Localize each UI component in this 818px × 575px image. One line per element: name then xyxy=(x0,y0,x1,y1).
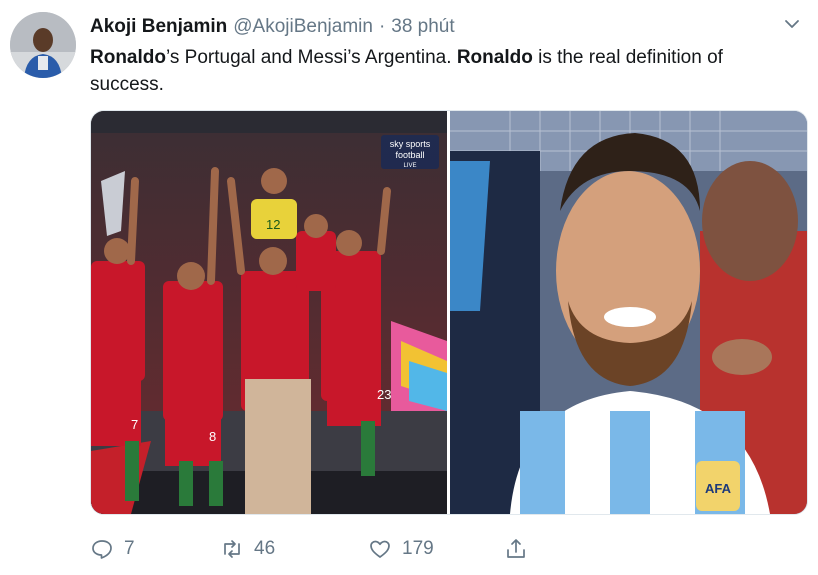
sky-sports-logo-text: sky sports xyxy=(390,139,431,149)
share-icon xyxy=(507,539,525,558)
shirt-number-7: 7 xyxy=(131,417,138,432)
sky-sports-football-text: football xyxy=(395,150,424,160)
author-name[interactable]: Akoji Benjamin xyxy=(90,16,227,38)
like-count: 179 xyxy=(402,538,434,559)
messi-argentina-photo[interactable]: AFA xyxy=(450,111,807,514)
tweet-text: Ronaldo’s Portugal and Messi’s Argentina… xyxy=(90,44,800,98)
reply-count: 7 xyxy=(124,538,135,559)
author-handle[interactable]: @AkojiBenjamin xyxy=(233,16,373,38)
retweet-count: 46 xyxy=(254,538,276,559)
share-button[interactable] xyxy=(504,537,528,561)
sky-sports-live-text: LIVE xyxy=(403,163,416,169)
text-bold-ronaldo-1: Ronaldo xyxy=(90,47,166,68)
shirt-number-12: 12 xyxy=(266,217,280,232)
text-segment-1: ’s Portugal and Messi’s Argentina. xyxy=(166,47,457,68)
chevron-down-icon[interactable] xyxy=(782,14,802,34)
tweet-media: sky sports football LIVE 12 7 8 23 AFA xyxy=(90,110,808,515)
tweet-header: Akoji Benjamin @AkojiBenjamin · 38 phút xyxy=(90,14,798,40)
like-button[interactable]: 179 xyxy=(368,537,504,561)
reply-icon xyxy=(92,540,112,559)
retweet-button[interactable]: 46 xyxy=(220,537,368,561)
afa-badge-text: AFA xyxy=(705,481,732,496)
tweet-timestamp[interactable]: 38 phút xyxy=(391,16,454,38)
avatar[interactable] xyxy=(10,12,76,78)
separator-dot: · xyxy=(378,16,386,37)
portugal-celebration-photo[interactable]: sky sports football LIVE 12 7 8 23 xyxy=(91,111,447,514)
reply-button[interactable]: 7 xyxy=(90,537,220,561)
retweet-icon xyxy=(224,540,240,558)
text-bold-ronaldo-2: Ronaldo xyxy=(456,47,533,68)
like-icon xyxy=(370,540,390,558)
tweet-actions: 7 46 179 xyxy=(90,534,528,564)
shirt-number-8: 8 xyxy=(209,429,216,444)
shirt-number-23: 23 xyxy=(377,387,391,402)
